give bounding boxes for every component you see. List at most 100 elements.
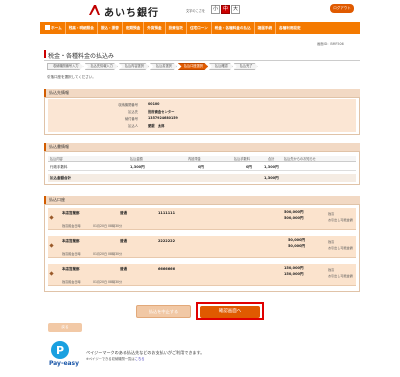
account-datetime: 01月20日 08時30分 bbox=[93, 280, 123, 284]
bill-fee: 0円 bbox=[246, 165, 252, 169]
account-branch: 本店営業部 bbox=[62, 211, 80, 215]
payeasy-note-text: ※ペイジーできる収納機関一覧は bbox=[86, 357, 135, 361]
bank-logo-icon bbox=[89, 5, 100, 15]
account-payable-label: お引出し可能金額 bbox=[328, 246, 353, 250]
payee-label: 払込先 bbox=[128, 110, 138, 114]
step-5-current: 払込口座選択 bbox=[177, 63, 208, 70]
instruction-text: 引落口座を選択してください。 bbox=[47, 75, 96, 79]
step-6: 払込確認 bbox=[209, 63, 233, 70]
font-size-medium-button[interactable]: 中 bbox=[221, 5, 230, 14]
title-accent-bar bbox=[44, 50, 46, 58]
confirm-button[interactable]: 確認画面へ bbox=[200, 306, 260, 318]
col-amount: 払込金額 bbox=[130, 157, 143, 161]
account-number: 6666666 bbox=[158, 267, 176, 271]
nav-investment[interactable]: 投資信託 bbox=[166, 22, 187, 34]
back-button[interactable]: 戻る bbox=[48, 323, 82, 332]
step-1: 収納機関番号入力 bbox=[47, 63, 84, 70]
svg-text:P: P bbox=[56, 344, 64, 357]
nav-transfer[interactable]: 振込・振替 bbox=[98, 22, 123, 34]
nav-home-label: ホーム bbox=[51, 26, 62, 30]
nav-housing-loan[interactable]: 住宅ローン bbox=[187, 22, 212, 34]
font-size-label: 文字のこさを bbox=[186, 9, 206, 13]
payeasy-logo-text: Pay-easy bbox=[49, 360, 79, 367]
confirm-button-highlight: 確認画面へ bbox=[196, 302, 264, 320]
account-balance: 150,000円 bbox=[284, 266, 304, 270]
select-marker-icon bbox=[49, 215, 54, 220]
select-marker-icon bbox=[49, 271, 54, 276]
col-notice: 払込先からのお知らせ bbox=[284, 157, 316, 161]
header: あいち銀行 文字のこさを 小 中 大 ログアウト bbox=[0, 0, 400, 21]
bill-section-heading: 払込書情報 bbox=[44, 143, 360, 151]
account-payable-label: お引出し可能金額 bbox=[328, 218, 353, 222]
bill-table-row: 行政手数料 1,300円 0円 0円 1,300円 bbox=[48, 163, 356, 171]
payee-value: 別府資金センター bbox=[148, 110, 175, 114]
account-datetime: 01月20日 08時30分 bbox=[93, 252, 123, 256]
title-divider bbox=[44, 60, 360, 61]
account-option-3[interactable]: 本店営業部 普通 6666666 150,000円 残高 150,000円 お引… bbox=[48, 264, 356, 286]
screen-id: 画面ID：BMF506 bbox=[317, 42, 344, 46]
account-balance-label: 残高 bbox=[328, 268, 335, 272]
account-datetime-label: 残高照会日時 bbox=[62, 252, 81, 256]
account-branch: 本店営業部 bbox=[62, 239, 80, 243]
account-datetime-label: 残高照会日時 bbox=[62, 280, 81, 284]
home-icon bbox=[45, 25, 50, 30]
org-number-value: 00100 bbox=[148, 102, 160, 106]
account-branch: 本店営業部 bbox=[62, 267, 80, 271]
account-number: 2222222 bbox=[158, 239, 176, 243]
step-7: 払込完了 bbox=[233, 63, 258, 70]
payee-section-heading: 払込先情報 bbox=[44, 89, 360, 97]
logout-button[interactable]: ログアウト bbox=[330, 4, 354, 13]
account-payable: 50,000円 bbox=[288, 244, 306, 248]
account-balance: 500,000円 bbox=[284, 210, 304, 214]
page-title: 税金・各種料金の払込み bbox=[48, 53, 115, 60]
nav-time-deposit[interactable]: 定期預金 bbox=[123, 22, 145, 34]
nav-procedures[interactable]: 諸届手続 bbox=[255, 22, 277, 34]
col-item: 払込内容 bbox=[50, 157, 63, 161]
account-payable: 150,000円 bbox=[284, 272, 304, 276]
account-number: 1111111 bbox=[158, 211, 176, 215]
global-nav: ホーム 残高・明細照会 振込・振替 定期預金 外貨預金 投資信託 住宅ローン 税… bbox=[40, 22, 360, 34]
col-fee: 払込手数料 bbox=[234, 157, 250, 161]
payment-number-label: 納付番号 bbox=[124, 117, 138, 121]
payer-label: 払込人 bbox=[128, 124, 138, 128]
account-datetime-label: 残高照会日時 bbox=[62, 224, 81, 228]
account-balance-label: 残高 bbox=[328, 212, 335, 216]
step-2: 払込先情報入力 bbox=[84, 63, 118, 70]
bill-item: 行政手数料 bbox=[50, 165, 68, 169]
font-size-large-button[interactable]: 大 bbox=[231, 5, 240, 14]
step-4: 払込書選択 bbox=[149, 63, 177, 70]
font-size-small-button[interactable]: 小 bbox=[211, 5, 220, 14]
payment-number-value: 1357924680159 bbox=[148, 116, 178, 120]
account-option-2[interactable]: 本店営業部 普通 2222222 50,000円 残高 50,000円 お引出し… bbox=[48, 236, 356, 258]
account-section-heading: 払込口座 bbox=[44, 196, 360, 204]
account-type: 普通 bbox=[120, 239, 127, 243]
payeasy-logo-icon: P Pay-easy bbox=[49, 341, 79, 367]
nav-settings[interactable]: 各種利用設定 bbox=[276, 22, 304, 34]
payeasy-list-link[interactable]: こちら bbox=[135, 357, 145, 361]
payee-details: 収納機関番号 00100 払込先 別府資金センター 納付番号 135792468… bbox=[48, 99, 356, 132]
account-balance-label: 残高 bbox=[328, 240, 335, 244]
nav-home[interactable]: ホーム bbox=[42, 22, 66, 34]
payer-value: 愛銀 太郎 bbox=[148, 124, 165, 128]
bill-late-fee: 0円 bbox=[198, 165, 204, 169]
step-3: 払込内容選択 bbox=[118, 63, 149, 70]
col-late-fee: 内延滞金 bbox=[188, 157, 201, 161]
bill-total: 1,300円 bbox=[264, 165, 279, 169]
account-type: 普通 bbox=[120, 267, 127, 271]
bill-total-row: 払込金額合計 1,300円 bbox=[48, 174, 356, 182]
bill-table-header: 払込内容 払込金額 内延滞金 払込手数料 合計 払込先からのお知らせ bbox=[48, 156, 356, 162]
step-indicator: 収納機関番号入力 払込先情報入力 払込内容選択 払込書選択 払込口座選択 払込確… bbox=[47, 63, 259, 70]
account-option-1[interactable]: 本店営業部 普通 1111111 500,000円 残高 500,000円 お引… bbox=[48, 208, 356, 230]
cancel-payment-button[interactable]: 払込を中止する bbox=[136, 305, 191, 318]
select-marker-icon bbox=[49, 243, 54, 248]
account-payable-label: お引出し可能金額 bbox=[328, 274, 353, 278]
total-value: 1,300円 bbox=[264, 176, 279, 180]
nav-balance[interactable]: 残高・明細照会 bbox=[66, 22, 98, 34]
account-payable: 500,000円 bbox=[284, 216, 304, 220]
account-type: 普通 bbox=[120, 211, 127, 215]
total-label: 払込金額合計 bbox=[50, 176, 71, 180]
bank-name: あいち銀行 bbox=[104, 8, 159, 19]
payeasy-note: ※ペイジーできる収納機関一覧はこちら bbox=[86, 356, 145, 361]
nav-foreign-deposit[interactable]: 外貨預金 bbox=[144, 22, 166, 34]
nav-tax-payment[interactable]: 税金・各種料金の払込 bbox=[212, 22, 255, 34]
